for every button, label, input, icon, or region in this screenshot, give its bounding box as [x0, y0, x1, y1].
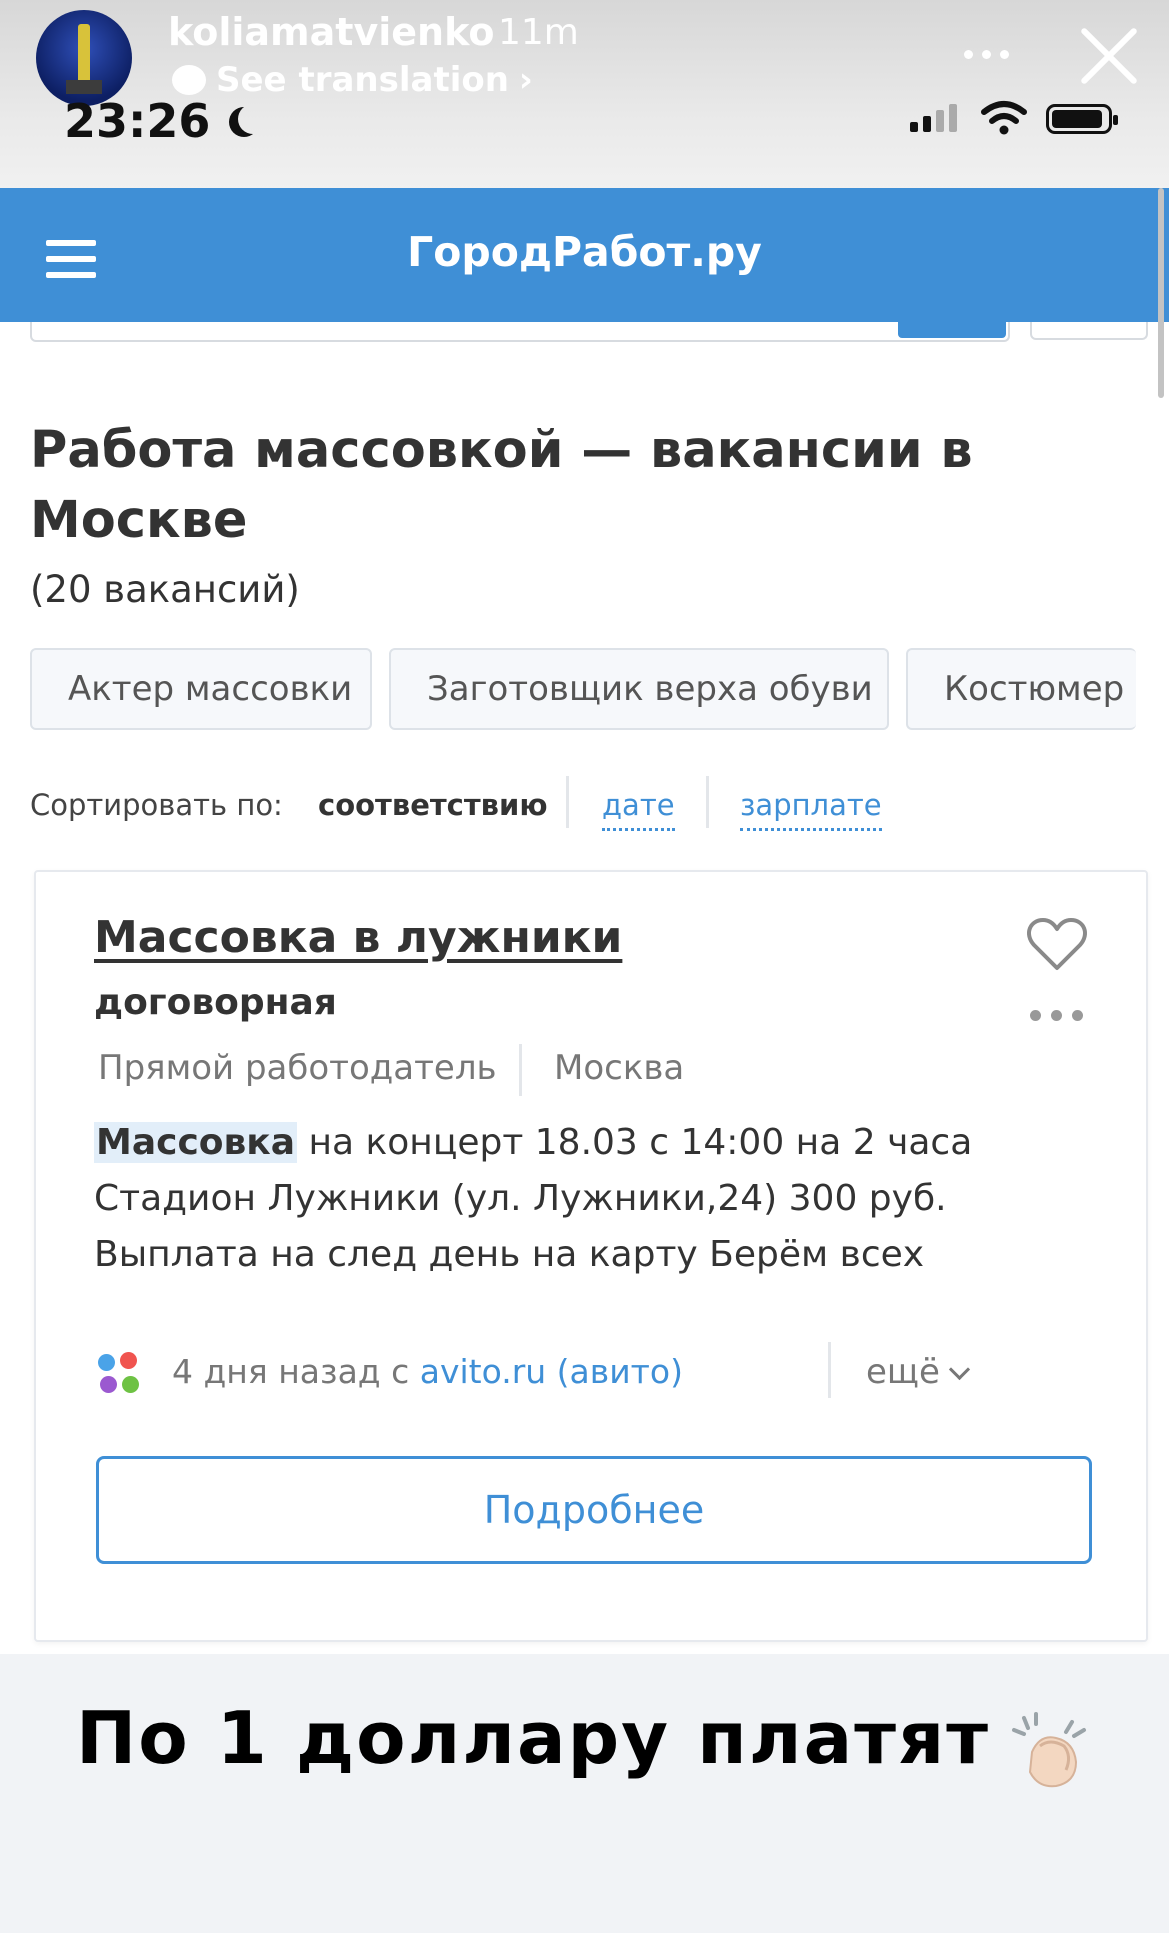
posted-info: 4 дня назад с avito.ru (авито) — [172, 1352, 683, 1391]
source-logo-icon — [98, 1352, 142, 1396]
close-icon[interactable] — [1078, 24, 1142, 88]
vacancy-salary: договорная — [94, 982, 337, 1023]
sort-by-date[interactable]: дате — [602, 782, 675, 831]
speech-bubble-icon — [172, 65, 206, 95]
site-brand[interactable]: ГородРабот.ру — [0, 228, 1169, 276]
chip-shoe-upper-maker[interactable]: Заготовщик верха обуви — [389, 648, 889, 730]
website-screenshot: ГородРабот.ру Работа массовкой — ваканси… — [0, 188, 1169, 1654]
moon-icon — [238, 104, 268, 134]
vacancy-city: Москва — [554, 1048, 685, 1088]
vacancy-desc-line-3: Выплата на след день на карту Берём всех — [94, 1234, 925, 1275]
wifi-icon — [981, 101, 1027, 135]
vacancy-count: (20 вакансий) — [30, 568, 300, 611]
vacancy-desc-line-2: Стадион Лужники (ул. Лужники,24) 300 руб… — [94, 1178, 947, 1219]
battery-icon — [1046, 104, 1118, 134]
story-time-ago: 11m — [498, 12, 579, 53]
clapping-hands-icon — [1012, 1712, 1086, 1788]
page-title: Работа массовкой — вакансии в Москве — [30, 421, 973, 550]
meta-divider — [828, 1342, 831, 1398]
sort-divider — [706, 776, 709, 828]
story-header: koliamatvienko 11m See translation › 23:… — [0, 0, 1169, 190]
user-avatar[interactable] — [36, 10, 132, 106]
details-button[interactable]: Подробнее — [96, 1456, 1092, 1564]
chip-actor-extras[interactable]: Актер массовки — [30, 648, 372, 730]
story-username[interactable]: koliamatvienko — [168, 10, 494, 54]
search-input[interactable] — [30, 322, 1010, 342]
sort-label: Сортировать по: — [30, 788, 283, 822]
posted-ago: 4 дня назад с — [172, 1352, 420, 1391]
site-navbar: ГородРабот.ру — [0, 188, 1169, 322]
vacancy-card: Массовка в лужники договорная Прямой раб… — [34, 870, 1148, 1642]
chevron-right-icon: › — [518, 60, 533, 100]
source-link[interactable]: avito.ru (авито) — [420, 1352, 683, 1391]
chip-costumer[interactable]: Костюмер — [906, 648, 1136, 730]
more-options-icon[interactable] — [1030, 1010, 1083, 1021]
story-options-button[interactable] — [964, 50, 1009, 59]
filter-button[interactable] — [1030, 322, 1148, 340]
desc-text: на концерт 18.03 с 14:00 на 2 часа — [297, 1122, 973, 1163]
chevron-down-icon — [948, 1358, 970, 1381]
search-highlight: Массовка — [94, 1122, 298, 1163]
clock-text: 23:26 — [64, 94, 211, 148]
search-button[interactable] — [898, 322, 1006, 338]
sort-by-relevance[interactable]: соответствию — [318, 782, 548, 828]
vacancy-title-link[interactable]: Массовка в лужники — [94, 912, 622, 963]
scrollbar[interactable] — [1158, 188, 1164, 398]
employer-type: Прямой работодатель — [98, 1048, 497, 1088]
sort-divider — [566, 776, 569, 828]
story-caption: По 1 доллару платят — [76, 1696, 990, 1780]
status-clock: 23:26 — [64, 94, 268, 148]
sort-by-salary[interactable]: зарплате — [740, 782, 882, 831]
show-more-label: ещё — [866, 1352, 940, 1392]
favorite-heart-icon[interactable] — [1026, 916, 1088, 972]
meta-divider — [519, 1044, 522, 1096]
cellular-signal-icon — [910, 104, 957, 132]
show-more-toggle[interactable]: ещё — [866, 1352, 970, 1392]
vacancy-desc-line-1: Массовка на концерт 18.03 с 14:00 на 2 ч… — [94, 1122, 1094, 1163]
